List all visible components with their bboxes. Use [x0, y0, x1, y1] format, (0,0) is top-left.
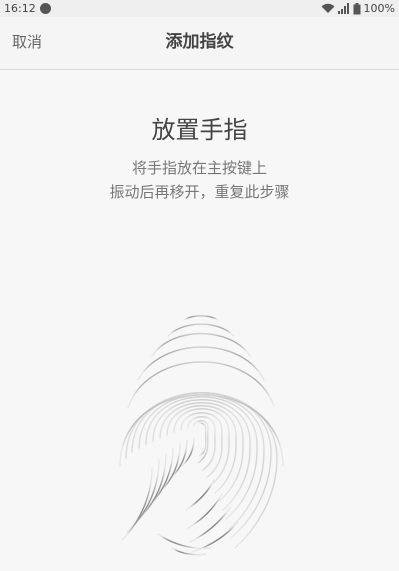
- notification-dot-icon: [40, 3, 51, 14]
- status-indicators: 100%: [321, 1, 395, 16]
- status-time: 16:12: [4, 2, 36, 15]
- navigation-bar: 取消 添加指纹: [0, 17, 399, 70]
- instruction-heading: 放置手指: [151, 116, 248, 144]
- instruction-line-1: 将手指放在主按键上: [131, 159, 267, 177]
- signal-icon: [337, 3, 349, 14]
- battery-level: 100%: [363, 2, 395, 15]
- instruction-line-2: 振动后再移开，重复此步骤: [109, 183, 290, 201]
- page-title: 添加指纹: [165, 32, 234, 52]
- wifi-icon: [321, 3, 335, 13]
- fingerprint-icon: [119, 314, 284, 556]
- status-bar: 16:12 100%: [0, 0, 399, 17]
- battery-icon: [353, 2, 361, 14]
